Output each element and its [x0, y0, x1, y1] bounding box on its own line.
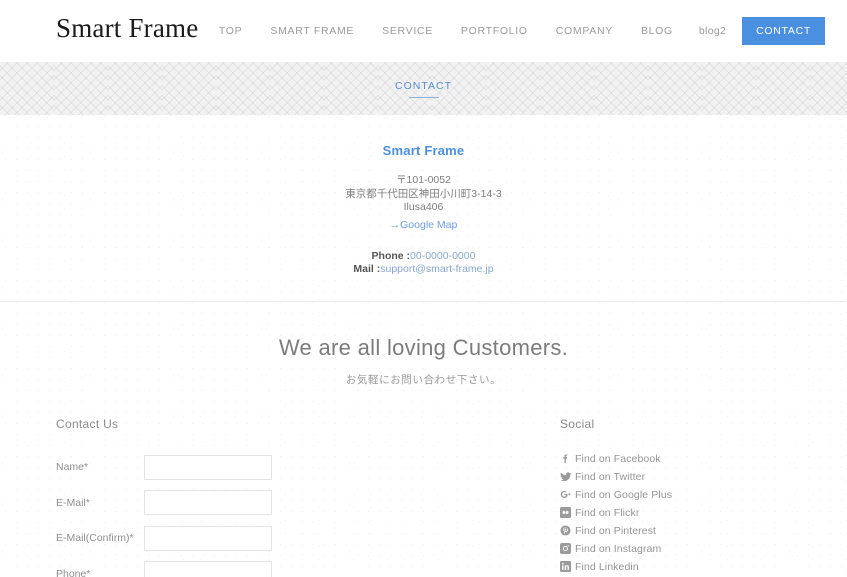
social-list-item: Find on Flickr — [560, 504, 800, 522]
social-link-twitter[interactable]: Find on Twitter — [560, 468, 800, 486]
instagram-icon — [560, 543, 575, 554]
twitter-icon — [560, 471, 575, 483]
email-input[interactable] — [144, 490, 272, 516]
nav-item-top[interactable]: TOP — [205, 26, 257, 37]
main-navigation: TOP SMART FRAME SERVICE PORTFOLIO COMPANY BLO… — [205, 0, 825, 62]
site-header: Smart Frame TOP SMART FRAME SERVICE PORTFOL… — [0, 0, 847, 62]
info-brand-name: Smart Frame — [382, 143, 465, 158]
info-contact-rows: Phone :00-0000-0000 Mail :support@smart-… — [0, 250, 847, 277]
social-link-linkedin[interactable]: Find Linkedin — [560, 558, 800, 576]
social-list-item: Find Linkedin — [560, 558, 800, 576]
email-label: E-Mail* — [56, 496, 90, 509]
pinterest-icon — [560, 525, 575, 536]
breadcrumb-underline — [408, 96, 439, 98]
social-link-google-plus[interactable]: Find on Google Plus — [560, 486, 800, 504]
nav-item-smart-frame[interactable]: SMART FRAME — [256, 26, 368, 37]
social-list-item: Find on Pinterest — [560, 522, 800, 540]
social-link-label: Find on Google Plus — [575, 488, 673, 501]
contact-info-section: Smart Frame 〒101-0052 東京都千代田区神田小川町3-14-3… — [0, 115, 847, 302]
social-link-facebook[interactable]: Find on Facebook — [560, 450, 800, 468]
phone-input[interactable] — [144, 561, 272, 577]
info-mail-row: Mail :support@smart-frame.jp — [0, 263, 847, 277]
form-row-phone: Phone* — [56, 556, 486, 577]
page-title: We are all loving Customers. — [278, 334, 569, 360]
info-phone-label: Phone : — [371, 249, 411, 262]
info-mail-label: Mail : — [353, 263, 381, 275]
nav-item-service[interactable]: SERVICE — [368, 26, 447, 37]
social-link-label: Find on Instagram — [575, 542, 662, 555]
nav-item-company[interactable]: COMPANY — [542, 26, 627, 37]
google-plus-icon — [560, 489, 575, 500]
social-link-label: Find on Facebook — [575, 452, 661, 465]
social-heading: Social — [560, 416, 595, 431]
form-row-email-confirm: E-Mail(Confirm)* — [56, 521, 486, 557]
social-link-instagram[interactable]: Find on Instagram — [560, 540, 800, 558]
email-confirm-label: E-Mail(Confirm)* — [56, 532, 134, 545]
social-list-item: Find on Facebook — [560, 450, 800, 468]
nav-item-portfolio[interactable]: PORTFOLIO — [447, 26, 542, 37]
name-label: Name* — [56, 461, 89, 474]
nav-item-blog[interactable]: BLOG — [627, 26, 687, 37]
info-postal-code: 〒101-0052 — [396, 174, 451, 186]
nav-item-contact[interactable]: CONTACT — [742, 16, 825, 46]
social-list: Find on Facebook Find on Twitter Find on G… — [560, 450, 800, 577]
site-logo[interactable]: Smart Frame — [56, 13, 198, 44]
flickr-icon — [560, 507, 575, 518]
info-address: 東京都千代田区神田小川町3-14-3 — [345, 187, 502, 200]
info-building: Ilusa406 — [403, 201, 444, 213]
linkedin-icon — [560, 561, 575, 572]
nav-item-blog2[interactable]: blog2 — [687, 26, 738, 37]
social-link-flickr[interactable]: Find on Flickr — [560, 504, 800, 522]
facebook-icon — [560, 453, 575, 464]
info-phone-value: 00-0000-0000 — [410, 249, 476, 262]
social-column: Social Find on Facebook Find on Twitter Fi… — [560, 417, 800, 577]
info-phone-row: Phone :00-0000-0000 — [0, 250, 847, 264]
page-subtitle: お気軽にお問い合わせ下さい。 — [345, 373, 502, 386]
social-link-label: Find on Twitter — [575, 470, 646, 483]
social-link-label: Find on Flickr — [575, 506, 640, 519]
headline-section: We are all loving Customers. お気軽にお問い合わせ下… — [0, 302, 847, 387]
social-link-label: Find Linkedin — [575, 560, 639, 573]
contact-form-fields: Name* E-Mail* E-Mail(Confirm)* Phone* — [56, 450, 486, 577]
breadcrumb-band: CONTACT — [0, 62, 847, 115]
form-row-name: Name* — [56, 450, 486, 486]
google-map-link[interactable]: →Google Map — [390, 218, 458, 232]
info-mail-value[interactable]: support@smart-frame.jp — [380, 263, 493, 275]
social-link-label: Find on Pinterest — [575, 524, 657, 537]
email-confirm-input[interactable] — [144, 525, 272, 551]
breadcrumb: CONTACT — [395, 80, 452, 98]
form-row-email: E-Mail* — [56, 485, 486, 521]
social-list-item: Find on Instagram — [560, 540, 800, 558]
contact-form-heading: Contact Us — [56, 416, 119, 431]
social-list-item: Find on Twitter — [560, 468, 800, 486]
phone-label: Phone* — [56, 567, 91, 577]
social-list-item: Find on Google Plus — [560, 486, 800, 504]
contact-form-column: Contact Us Name* E-Mail* E-Mail(Confirm)* P… — [56, 417, 486, 577]
social-link-pinterest[interactable]: Find on Pinterest — [560, 522, 800, 540]
name-input[interactable] — [144, 454, 272, 480]
breadcrumb-label: CONTACT — [395, 79, 452, 92]
